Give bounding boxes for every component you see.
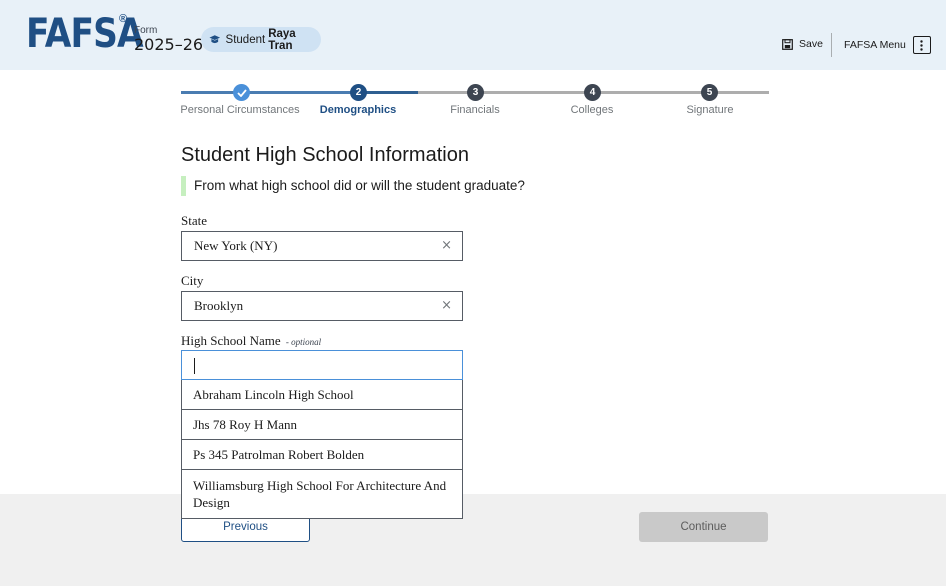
step-line-3 (358, 91, 418, 94)
city-input[interactable]: Brooklyn × (181, 291, 463, 321)
city-value: Brooklyn (194, 298, 244, 313)
step-line-2 (241, 91, 358, 94)
high-school-suggestions: Abraham Lincoln High School Jhs 78 Roy H… (181, 380, 463, 519)
high-school-input[interactable] (181, 350, 463, 380)
suggestion-item[interactable]: Williamsburg High School For Architectur… (182, 470, 462, 518)
state-value: New York (NY) (194, 238, 278, 253)
step-label-financials: Financials (450, 104, 500, 116)
step-4-circle: 4 (584, 84, 601, 101)
city-label: City (181, 273, 204, 288)
state-label: State (181, 213, 207, 228)
student-name: Raya Tran (268, 27, 296, 52)
kebab-menu-icon (912, 36, 931, 54)
step-line-1 (181, 91, 241, 94)
step-label-signature: Signature (686, 104, 734, 116)
high-school-label-text: High School Name (181, 333, 281, 348)
text-cursor (194, 358, 195, 375)
footer-bar (0, 494, 946, 586)
step-3-circle: 3 (467, 84, 484, 101)
step-5-circle: 5 (701, 84, 718, 101)
step-2-circle: 2 (350, 84, 367, 101)
clear-state-icon[interactable]: × (441, 232, 452, 260)
save-button[interactable]: Save (782, 38, 823, 50)
clear-city-icon[interactable]: × (441, 292, 452, 320)
step-label-demographics: Demographics (319, 104, 397, 116)
header-divider (831, 33, 832, 57)
continue-button[interactable]: Continue (639, 512, 768, 542)
high-school-label: High School Name - optional (181, 333, 321, 349)
step-1-check-icon (233, 84, 250, 101)
suggestion-item[interactable]: Abraham Lincoln High School (182, 380, 462, 410)
save-icon (782, 38, 793, 50)
page-title: Student High School Information (181, 144, 469, 166)
student-prefix: Student (225, 33, 266, 46)
step-label-colleges: Colleges (570, 104, 614, 116)
save-label: Save (799, 38, 823, 50)
question-text: From what high school did or will the st… (181, 176, 525, 196)
suggestion-item[interactable]: Ps 345 Patrolman Robert Bolden (182, 440, 462, 470)
progress-stepper: 2 3 4 5 Personal Circumstances Demograph… (180, 82, 769, 122)
suggestion-item[interactable]: Jhs 78 Roy H Mann (182, 410, 462, 440)
app-header: FAFSA ® Form 2025–26 Student Raya Tran S… (0, 0, 946, 70)
menu-label: FAFSA Menu (844, 39, 906, 51)
fafsa-menu-button[interactable]: FAFSA Menu (844, 36, 931, 54)
step-label-personal: Personal Circumstances (180, 104, 300, 116)
student-badge: Student Raya Tran (201, 27, 321, 52)
student-icon (209, 34, 221, 43)
registered-mark: ® (119, 13, 128, 25)
state-input[interactable]: New York (NY) × (181, 231, 463, 261)
optional-tag: - optional (285, 337, 322, 347)
form-year: 2025–26 (134, 35, 204, 54)
